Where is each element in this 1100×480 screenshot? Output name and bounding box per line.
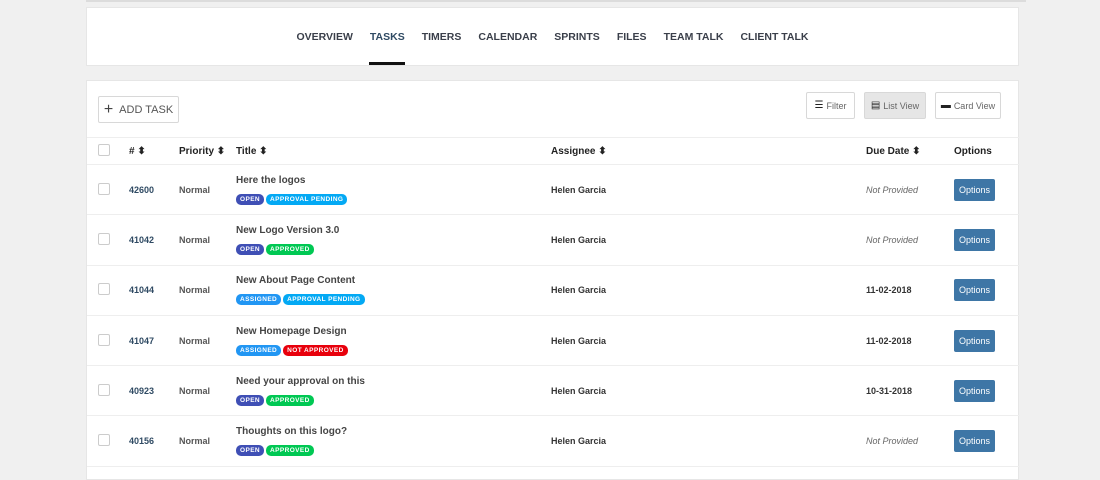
options-header: Options — [954, 137, 1020, 165]
tab-calendar[interactable]: CALENDAR — [470, 8, 546, 65]
card-view-button[interactable]: ▬ Card View — [935, 92, 1001, 119]
approval-badge: NOT APPROVED — [283, 344, 348, 356]
tab-tasks[interactable]: TASKS — [361, 8, 413, 65]
approval-badge: APPROVED — [266, 243, 314, 255]
table-row: 41047 Normal New Homepage Design ASSIGNE… — [87, 315, 1020, 367]
task-title[interactable]: Thoughts on this logo? — [236, 426, 551, 437]
task-id[interactable]: 41042 — [129, 214, 179, 266]
options-button[interactable]: Options — [954, 178, 995, 201]
row-checkbox[interactable] — [98, 283, 110, 296]
approval-badge: APPROVED — [266, 394, 314, 406]
tab-sprints[interactable]: SPRINTS — [546, 8, 609, 65]
task-assignee: Helen Garcia — [551, 214, 866, 266]
filter-button[interactable]: ☰ Filter — [806, 92, 855, 119]
options-button[interactable]: Options — [954, 279, 995, 302]
approval-badge: APPROVED — [266, 445, 314, 457]
sort-due-date[interactable]: Due Date ⬍ — [866, 137, 954, 165]
project-nav: OVERVIEW TASKS TIMERS CALENDAR SPRINTS FILES T… — [86, 7, 1019, 66]
row-checkbox[interactable] — [98, 232, 110, 245]
task-title[interactable]: Need your approval on this — [236, 376, 551, 387]
task-id[interactable]: 41044 — [129, 265, 179, 316]
task-id[interactable]: 40156 — [129, 415, 179, 467]
tab-client-talk[interactable]: CLIENT TALK — [732, 8, 817, 65]
approval-badge: APPROVAL PENDING — [266, 193, 348, 205]
table-row: 41042 Normal New Logo Version 3.0 OPEN AP… — [87, 214, 1020, 266]
task-id[interactable]: 42600 — [129, 164, 179, 216]
list-icon: ▤ — [870, 100, 881, 111]
status-badge: OPEN — [236, 243, 265, 255]
sort-title[interactable]: Title ⬍ — [236, 137, 551, 165]
options-button[interactable]: Options — [954, 228, 995, 251]
task-assignee: Helen Garcia — [551, 315, 866, 367]
list-view-button[interactable]: ▤ List View — [864, 92, 926, 119]
tasks-table: # ⬍ Priority ⬍ Title ⬍ Assignee ⬍ Due Da… — [87, 137, 1020, 467]
task-id[interactable]: 40923 — [129, 365, 179, 417]
status-badge: OPEN — [236, 193, 265, 205]
row-checkbox[interactable] — [98, 182, 110, 195]
add-task-button[interactable]: + ADD TASK — [98, 96, 179, 123]
tab-timers[interactable]: TIMERS — [413, 8, 470, 65]
sort-assignee[interactable]: Assignee ⬍ — [551, 137, 866, 165]
task-title[interactable]: New Homepage Design — [236, 326, 551, 337]
options-button[interactable]: Options — [954, 430, 995, 453]
table-row: 40923 Normal Need your approval on this … — [87, 365, 1020, 417]
sort-priority[interactable]: Priority ⬍ — [179, 137, 236, 165]
tasks-panel: + ADD TASK ☰ Filter ▤ List View ▬ Card View … — [86, 80, 1020, 480]
task-assignee: Helen Garcia — [551, 365, 866, 417]
approval-badge: APPROVAL PENDING — [283, 294, 365, 306]
table-row: 40156 Normal Thoughts on this logo? OPEN… — [87, 415, 1020, 467]
tab-files[interactable]: FILES — [608, 8, 655, 65]
filter-icon: ☰ — [814, 100, 824, 111]
task-title[interactable]: New About Page Content — [236, 275, 551, 286]
task-due-date: 11-02-2018 — [866, 315, 954, 367]
task-due-date: Not Provided — [866, 214, 954, 266]
task-priority: Normal — [179, 365, 236, 417]
options-button[interactable]: Options — [954, 329, 995, 352]
task-title[interactable]: Here the logos — [236, 175, 551, 186]
table-row: 42600 Normal Here the logos OPEN APPROVAL… — [87, 164, 1020, 216]
top-divider — [86, 0, 1026, 2]
status-badge: ASSIGNED — [236, 294, 282, 306]
sort-id[interactable]: # ⬍ — [129, 137, 179, 165]
task-assignee: Helen Garcia — [551, 415, 866, 467]
table-row: 41044 Normal New About Page Content ASSI… — [87, 265, 1020, 316]
task-due-date: Not Provided — [866, 164, 954, 216]
task-title[interactable]: New Logo Version 3.0 — [236, 225, 551, 236]
task-due-date: 10-31-2018 — [866, 365, 954, 417]
status-badge: OPEN — [236, 445, 265, 457]
task-assignee: Helen Garcia — [551, 164, 866, 216]
row-checkbox[interactable] — [98, 434, 110, 447]
status-badge: ASSIGNED — [236, 344, 282, 356]
task-priority: Normal — [179, 214, 236, 266]
row-checkbox[interactable] — [98, 383, 110, 396]
status-badge: OPEN — [236, 394, 265, 406]
row-checkbox[interactable] — [98, 333, 110, 346]
card-icon: ▬ — [940, 100, 951, 111]
tab-overview[interactable]: OVERVIEW — [288, 8, 361, 65]
task-priority: Normal — [179, 164, 236, 216]
task-assignee: Helen Garcia — [551, 265, 866, 316]
task-id[interactable]: 41047 — [129, 315, 179, 367]
task-due-date: Not Provided — [866, 415, 954, 467]
task-priority: Normal — [179, 315, 236, 367]
plus-icon: + — [103, 100, 114, 118]
select-all-checkbox[interactable] — [98, 143, 110, 156]
task-priority: Normal — [179, 415, 236, 467]
task-due-date: 11-02-2018 — [866, 265, 954, 316]
tab-team-talk[interactable]: TEAM TALK — [655, 8, 732, 65]
options-button[interactable]: Options — [954, 379, 995, 402]
task-priority: Normal — [179, 265, 236, 316]
